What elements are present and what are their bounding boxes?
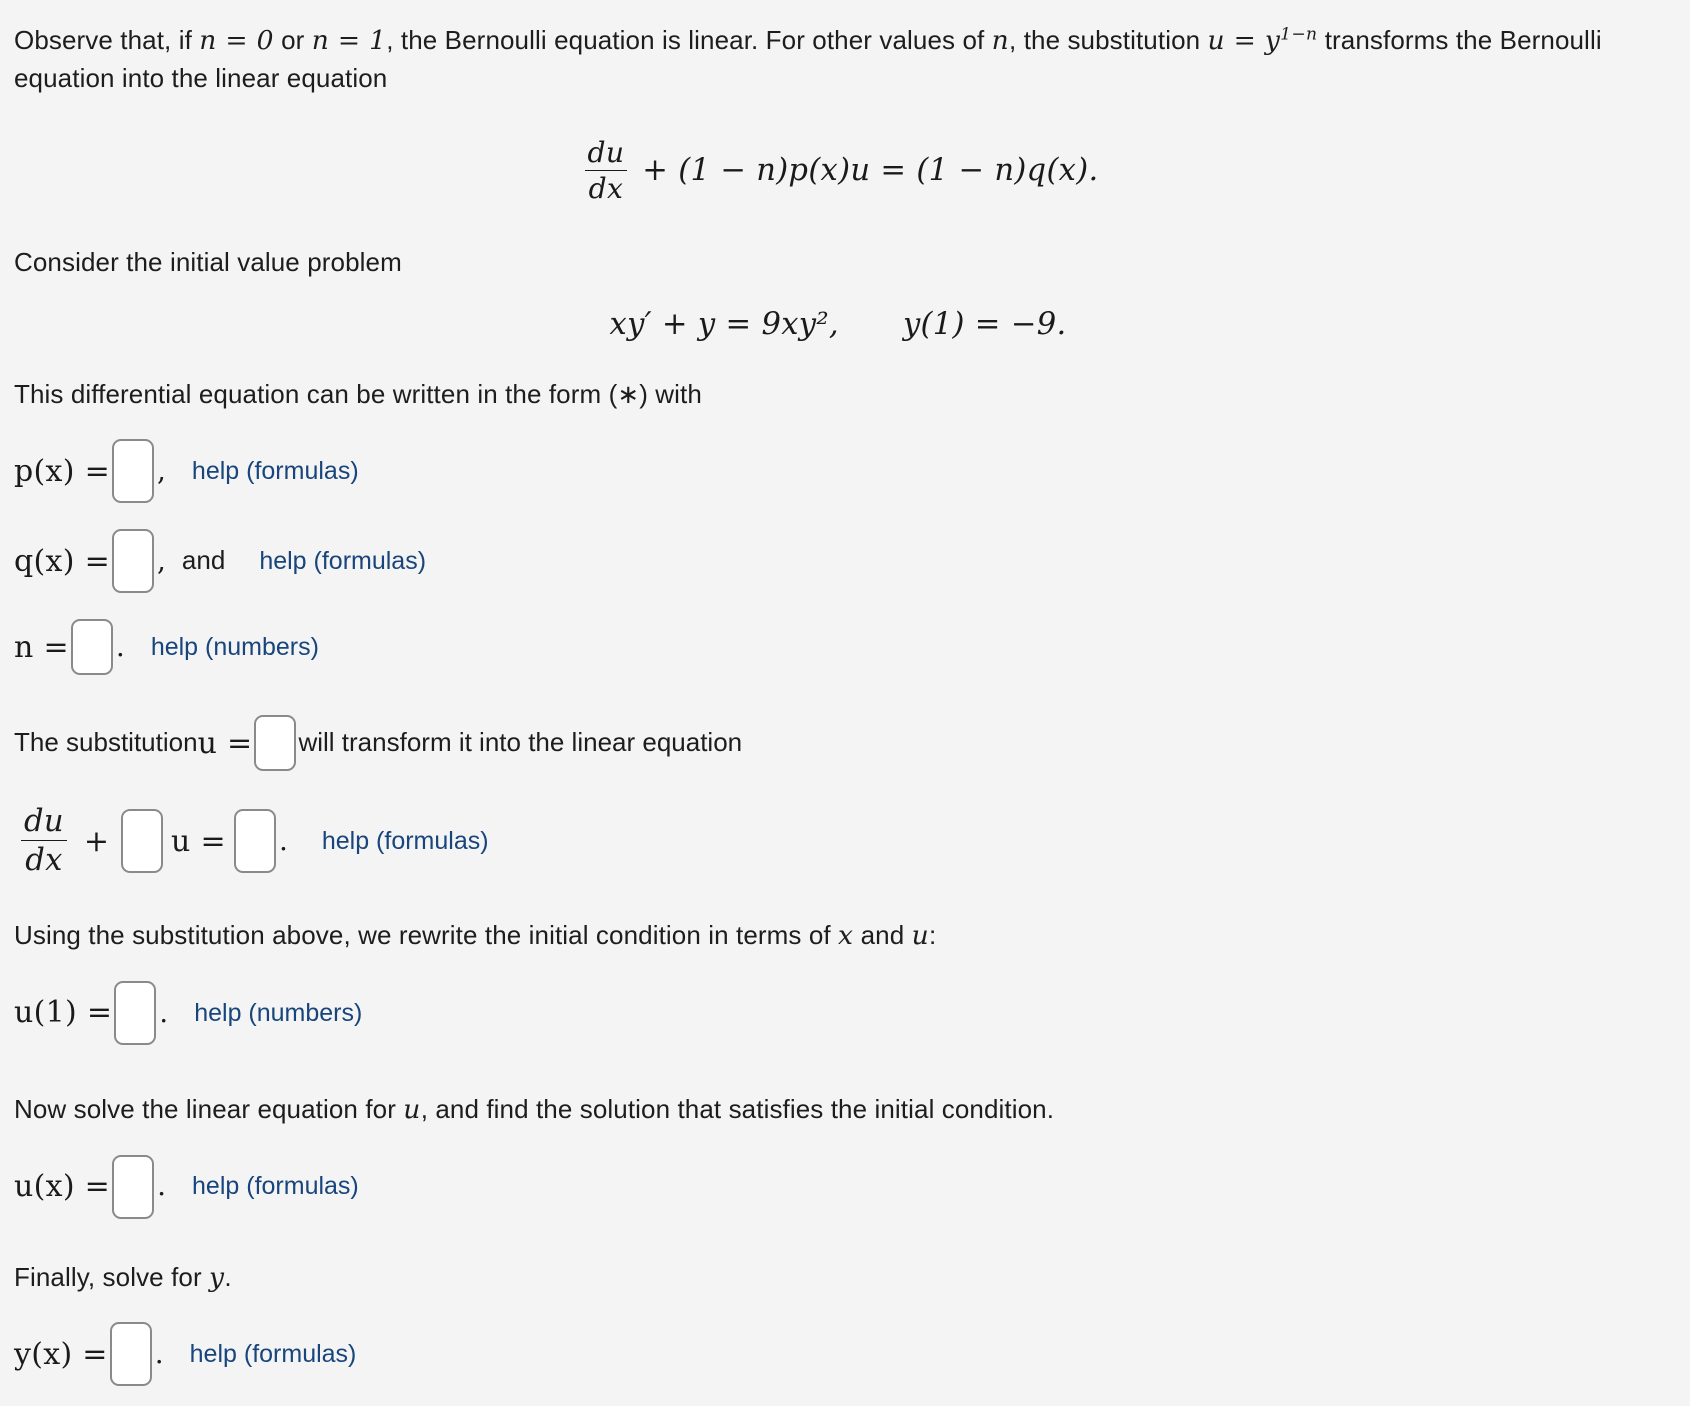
y-of-x-help-link[interactable]: help (formulas) bbox=[190, 1338, 357, 1371]
y-of-x-label: y(x) = bbox=[14, 1336, 108, 1372]
fraction-denominator: dx bbox=[584, 169, 628, 204]
linear-equation-body: + (1 − n)p(x)u = (1 − n)q(x). bbox=[642, 153, 1099, 189]
form-star-line: This differential equation can be writte… bbox=[14, 379, 702, 410]
ivp-ode: xy′ + y = 9xy², bbox=[609, 307, 839, 343]
plus-sign: + bbox=[83, 823, 110, 859]
p-of-x-label: p(x) = bbox=[14, 453, 111, 489]
intro-u-equals-y: u = y bbox=[1207, 25, 1281, 56]
u-equals-symbol: u = bbox=[171, 823, 226, 859]
p-of-x-input[interactable] bbox=[112, 439, 155, 504]
solve-prefix: Now solve the linear equation for bbox=[14, 1093, 404, 1124]
rewrite-prefix: Using the substitution above, we rewrite… bbox=[14, 920, 839, 951]
fraction-numerator: du bbox=[587, 135, 625, 169]
solve-linear-equation-line: Now solve the linear equation for u, and… bbox=[14, 1091, 1662, 1129]
substitution-suffix: will transform it into the linear equati… bbox=[298, 727, 743, 758]
q-of-x-help-link[interactable]: help (formulas) bbox=[259, 545, 426, 578]
intro-exponent: 1−n bbox=[1280, 24, 1318, 45]
q-of-x-and-word: and bbox=[181, 545, 226, 576]
linear-equation-display: du dx + (1 − n)p(x)u = (1 − n)q(x). bbox=[14, 135, 1662, 205]
n-label: n = bbox=[14, 629, 69, 665]
substitution-row: The substitution u = will transform it i… bbox=[14, 715, 1662, 772]
intro-n-variable: n bbox=[991, 25, 1010, 56]
y-of-x-input[interactable] bbox=[109, 1322, 152, 1387]
linear-equation-help-link[interactable]: help (formulas) bbox=[322, 825, 489, 858]
q-of-x-input[interactable] bbox=[112, 529, 155, 594]
intro-n-equals-zero: n = 0 bbox=[199, 25, 274, 56]
u-of-one-input[interactable] bbox=[114, 980, 157, 1045]
n-period: . bbox=[115, 629, 125, 663]
finally-solve-line: Finally, solve for y. bbox=[14, 1259, 1662, 1297]
u-of-one-help-link[interactable]: help (numbers) bbox=[194, 997, 362, 1030]
y-of-x-row: y(x) = . help (formulas) bbox=[14, 1322, 1662, 1387]
transformed-linear-equation-row: du dx + u = . help (formulas) bbox=[14, 805, 1662, 877]
rhs-input[interactable] bbox=[233, 809, 276, 874]
intro-n-equals-one: n = 1 bbox=[311, 25, 387, 56]
solve-suffix: , and find the solution that satisfies t… bbox=[420, 1093, 1055, 1124]
u-of-one-period: . bbox=[159, 995, 169, 1029]
intro-text-or: or bbox=[273, 25, 312, 55]
rewrite-u-variable: u bbox=[911, 920, 930, 952]
du-dx-fraction-input-row: du dx bbox=[20, 805, 68, 877]
finally-suffix: . bbox=[224, 1261, 232, 1292]
n-input[interactable] bbox=[70, 619, 113, 676]
n-help-link[interactable]: help (numbers) bbox=[151, 631, 319, 664]
q-of-x-comma: , bbox=[157, 543, 166, 577]
linear-equation-period: . bbox=[278, 824, 288, 857]
ivp-display: xy′ + y = 9xy², y(1) = −9. bbox=[14, 307, 1662, 342]
solve-u-variable: u bbox=[403, 1093, 421, 1125]
p-of-x-help-link[interactable]: help (formulas) bbox=[192, 455, 359, 488]
ivp-initial-condition: y(1) = −9. bbox=[902, 307, 1067, 343]
u-of-x-input[interactable] bbox=[112, 1154, 155, 1219]
y-of-x-period: . bbox=[154, 1336, 164, 1370]
coefficient-input[interactable] bbox=[121, 809, 164, 874]
u-of-x-row: u(x) = . help (formulas) bbox=[14, 1154, 1662, 1219]
u-of-one-label: u(1) = bbox=[14, 995, 113, 1031]
u-of-one-row: u(1) = . help (numbers) bbox=[14, 980, 1662, 1045]
substitution-prefix: The substitution bbox=[14, 727, 198, 758]
q-of-x-label: q(x) = bbox=[14, 543, 111, 579]
finally-y-variable: y bbox=[209, 1261, 225, 1293]
u-of-x-help-link[interactable]: help (formulas) bbox=[192, 1170, 359, 1203]
intro-text-middle: , the Bernoulli equation is linear. For … bbox=[386, 25, 992, 55]
rewrite-and-word: and bbox=[853, 920, 912, 951]
p-of-x-row: p(x) = , help (formulas) bbox=[14, 439, 1662, 504]
n-row: n = . help (numbers) bbox=[14, 619, 1662, 676]
rewrite-colon: : bbox=[929, 920, 937, 951]
intro-text-substitution: , the substitution bbox=[1009, 25, 1208, 55]
worksheet-page: Observe that, if n = 0 or n = 1, the Ber… bbox=[0, 0, 1690, 1406]
q-of-x-row: q(x) = , and help (formulas) bbox=[14, 529, 1662, 594]
rewrite-initial-condition-line: Using the substitution above, we rewrite… bbox=[14, 917, 1662, 955]
consider-ivp-line: Consider the initial value problem bbox=[14, 247, 402, 278]
fraction-numerator-2: du bbox=[24, 804, 64, 840]
substitution-input[interactable] bbox=[254, 715, 297, 772]
u-of-x-label: u(x) = bbox=[14, 1169, 111, 1205]
u-of-x-period: . bbox=[157, 1169, 167, 1203]
intro-text-before: Observe that, if bbox=[14, 25, 200, 55]
intro-paragraph: Observe that, if n = 0 or n = 1, the Ber… bbox=[14, 22, 1662, 97]
p-of-x-comma: , bbox=[157, 453, 166, 487]
finally-prefix: Finally, solve for bbox=[14, 1261, 210, 1292]
du-dx-fraction: du dx bbox=[584, 135, 629, 205]
substitution-u-equals: u = bbox=[197, 725, 253, 761]
rewrite-x-variable: x bbox=[838, 920, 854, 952]
fraction-denominator-2: dx bbox=[21, 840, 67, 877]
